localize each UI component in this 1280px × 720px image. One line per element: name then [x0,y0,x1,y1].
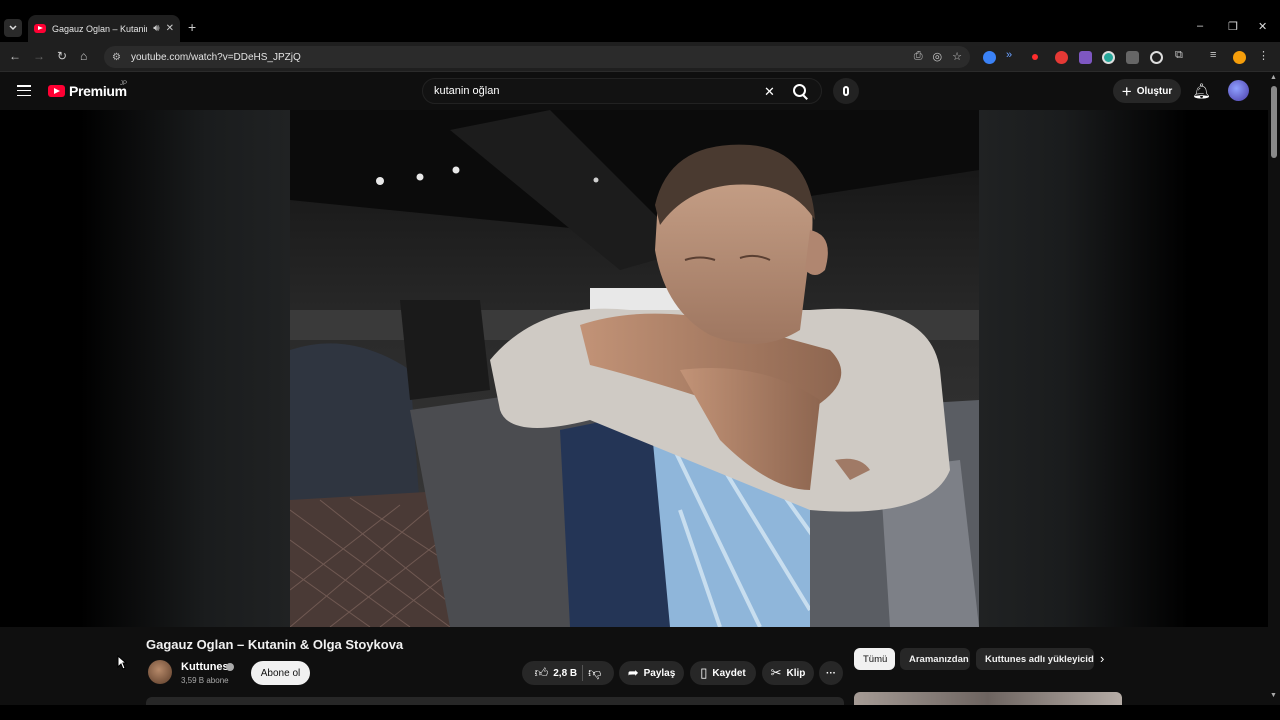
scroll-up-arrow-icon[interactable]: ▲ [1270,74,1277,81]
extension-icon[interactable] [1150,51,1163,64]
scroll-thumb[interactable] [1271,86,1277,158]
extension-icon[interactable] [1102,51,1115,64]
video-frame-image [290,110,979,627]
subscribe-button[interactable]: Abone ol [251,661,310,685]
save-label: Kaydet [712,667,746,679]
bottom-letterbox [0,705,1280,720]
clip-button[interactable]: ✂ Klip [762,661,814,685]
page-scrollbar[interactable]: ▲ ▼ [1268,72,1280,705]
voice-search-button[interactable] [833,78,859,104]
tab-search-button[interactable] [4,19,22,37]
extension-icon[interactable] [1079,51,1092,64]
subscriber-count: 3,59 B abone [181,676,229,685]
thumbs-up-icon[interactable]: 👍︎ [535,665,549,681]
new-tab-button[interactable]: + [188,19,196,35]
site-info-icon[interactable]: ⚙ [112,52,121,63]
video-frame[interactable] [290,110,979,627]
menu-icon[interactable] [17,85,31,96]
thumbs-down-icon[interactable]: 👎︎ [588,665,601,681]
chevron-right-icon[interactable]: › [1100,651,1104,666]
bookmark-star-icon[interactable]: ☆ [952,50,962,63]
youtube-play-icon [48,85,65,97]
share-arrow-icon: ➦ [627,665,639,680]
reload-button[interactable]: ↻ [57,49,67,63]
youtube-header: Premium JP kutanin oğlan ✕ + Oluştur 🔔︎ [0,72,1268,110]
like-dislike-group: 👍︎ 2,8 B 👎︎ [522,661,614,685]
mouse-cursor-icon [117,655,127,670]
video-title: Gagauz Oglan – Kutanin & Olga Stoykova [146,637,404,652]
address-bar[interactable]: ⚙ youtube.com/watch?v=DDeHS_JPZjQ ⎙ ◎ ☆ [104,46,970,68]
create-button[interactable]: + Oluştur [1113,79,1181,103]
like-count[interactable]: 2,8 B [553,668,577,679]
channel-avatar[interactable] [148,660,172,684]
channel-name[interactable]: Kuttunes [181,661,229,673]
restore-button[interactable]: ❐ [1228,20,1238,33]
speaker-icon[interactable]: 🔊︎ [153,23,159,34]
chip-all[interactable]: Tümü [854,648,895,670]
youtube-logo[interactable]: Premium [48,83,127,99]
bookmark-icon: ▯ [700,665,708,680]
profile-icon[interactable] [1233,51,1246,64]
create-label: Oluştur [1136,85,1173,97]
clear-search-icon[interactable]: ✕ [764,84,775,100]
share-button[interactable]: ➦ Paylaş [619,661,684,685]
notifications-bell-icon[interactable]: 🔔︎ [1192,82,1211,100]
home-icon[interactable]: ⌂ [80,49,87,63]
back-button[interactable]: ← [9,49,21,63]
extension-icon[interactable] [1126,51,1139,64]
scroll-down-arrow-icon[interactable]: ▼ [1270,692,1277,699]
youtube-favicon-icon [34,24,46,33]
more-dots-icon: ··· [826,667,836,679]
search-input[interactable]: kutanin oğlan [434,85,821,97]
tab-title: Gagauz Oglan – Kutanin & Olga Stoykova [52,23,147,34]
account-avatar[interactable] [1228,80,1249,101]
extension-icon[interactable]: » [1006,49,1012,61]
save-button[interactable]: ▯ Kaydet [690,661,756,685]
extension-icon[interactable] [1055,51,1068,64]
scissors-icon: ✂ [770,665,782,680]
chip-from-search[interactable]: Aramanızdan [900,648,970,670]
microphone-icon [843,86,849,96]
install-app-icon[interactable]: ⎙ [914,50,923,63]
forward-button[interactable]: → [33,49,45,63]
description-box[interactable] [146,697,844,705]
browser-menu-icon[interactable]: ⋮ [1258,49,1269,62]
url-text: youtube.com/watch?v=DDeHS_JPZjQ [130,51,301,63]
logo-text: Premium [69,83,127,99]
like-divider [582,665,584,681]
more-actions-button[interactable]: ··· [819,661,843,685]
browser-toolbar: ← → ↻ ⌂ ⚙ youtube.com/watch?v=DDeHS_JPZj… [0,42,1280,72]
ambient-glow-right [979,110,1189,627]
media-control-icon[interactable]: ≡ [1210,49,1216,61]
share-label: Paylaş [643,667,676,679]
eye-off-icon[interactable]: ◎ [933,50,943,63]
ambient-glow-left [80,110,290,627]
search-icon[interactable] [791,82,809,100]
extensions-puzzle-icon[interactable]: ⧉ [1175,49,1183,62]
extension-icon[interactable] [983,51,996,64]
minimize-button[interactable]: – [1197,20,1203,32]
browser-tab-strip: Gagauz Oglan – Kutanin & Olga Stoykova 🔊… [0,0,1280,42]
close-window-button[interactable]: ✕ [1258,20,1267,33]
verified-badge-icon [226,663,234,671]
clip-label: Klip [786,667,806,679]
plus-icon: + [1121,81,1132,101]
chip-from-uploader[interactable]: Kuttunes adlı yükleyiciden [976,648,1094,670]
close-tab-icon[interactable]: ✕ [166,23,174,34]
extension-icon[interactable] [1032,54,1038,60]
recommended-video-thumbnail[interactable] [854,692,1122,705]
browser-tab-active[interactable]: Gagauz Oglan – Kutanin & Olga Stoykova 🔊… [28,15,180,42]
region-label: JP [120,81,128,87]
search-box[interactable]: kutanin oğlan ✕ [422,78,822,104]
